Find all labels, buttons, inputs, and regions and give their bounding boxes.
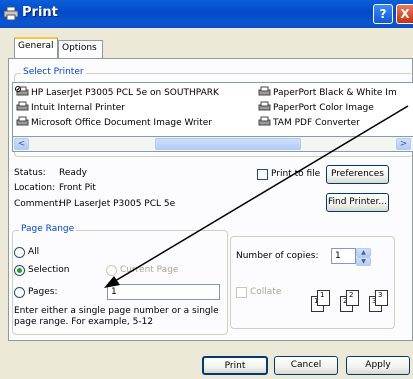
apply-button[interactable]: Apply: [346, 356, 410, 375]
scroll-thumb[interactable]: [155, 138, 301, 150]
status-label: Status:: [14, 168, 46, 178]
collate-label: Collate: [250, 287, 282, 297]
printer-name: PaperPort Color Image: [273, 103, 374, 113]
pages-radio[interactable]: [14, 287, 25, 298]
comment-label: Comment:: [14, 199, 62, 209]
copies-input[interactable]: 1: [331, 248, 356, 264]
printer-item[interactable]: PaperPort Black & White Im: [257, 86, 397, 99]
printer-name: Intuit Internal Printer: [31, 103, 125, 113]
printer-icon: [16, 101, 29, 111]
location-value: Front Pit: [59, 183, 96, 193]
page-range-legend: Page Range: [19, 224, 77, 234]
find-printer-button[interactable]: Find Printer...: [326, 193, 389, 212]
printer-item[interactable]: PaperPort Color Image: [257, 101, 374, 114]
spin-up-icon[interactable]: ▲: [356, 248, 371, 257]
collate-illustration: 1 1 2 2 3 3: [311, 287, 391, 317]
location-label: Location:: [14, 183, 56, 193]
page-range-help-line2: page range. For example, 5-12: [14, 317, 154, 327]
printer-name: HP LaserJet P3005 PCL 5e on SOUTHPARK: [31, 88, 219, 98]
printer-name: Microsoft Office Document Image Writer: [31, 118, 212, 128]
printer-icon: [258, 101, 271, 111]
printer-name: TAM PDF Converter: [273, 118, 360, 128]
all-radio[interactable]: [14, 247, 25, 258]
spin-down-icon[interactable]: ▼: [356, 257, 371, 266]
scroll-left-icon[interactable]: <: [14, 138, 29, 150]
all-label: All: [28, 247, 40, 257]
comment-value: HP LaserJet P3005 PCL 5e: [59, 199, 176, 209]
printer-list[interactable]: HP LaserJet P3005 PCL 5e on SOUTHPARK In…: [12, 82, 413, 137]
printer-icon: [4, 7, 18, 20]
default-printer-icon: [15, 86, 29, 96]
printer-list-scrollbar[interactable]: < >: [12, 137, 413, 152]
printer-item[interactable]: HP LaserJet P3005 PCL 5e on SOUTHPARK: [15, 86, 219, 99]
print-to-file-checkbox[interactable]: [257, 169, 268, 180]
pages-label: Pages:: [28, 287, 58, 297]
current-page-radio[interactable]: [106, 265, 117, 276]
copies-spinner[interactable]: ▲ ▼: [356, 248, 372, 268]
close-button[interactable]: X: [396, 4, 413, 24]
tab-general[interactable]: General: [14, 37, 58, 58]
collate-checkbox[interactable]: [236, 287, 247, 298]
status-value: Ready: [59, 168, 87, 178]
printer-icon: [258, 116, 271, 126]
page-range-help-line1: Enter either a single page number or a s…: [14, 306, 219, 316]
collate-page: 1: [317, 290, 330, 306]
help-button[interactable]: ?: [373, 4, 393, 24]
tab-options[interactable]: Options: [58, 40, 103, 58]
printer-item[interactable]: Microsoft Office Document Image Writer: [15, 116, 212, 129]
window-title: Print: [22, 5, 58, 20]
collate-page: 3: [375, 290, 388, 306]
print-button[interactable]: Print: [202, 356, 268, 375]
selection-label: Selection: [28, 265, 70, 275]
current-page-label: Current Page: [120, 265, 179, 275]
printer-name: PaperPort Black & White Im: [273, 88, 397, 98]
cancel-button[interactable]: Cancel: [274, 356, 338, 375]
preferences-button[interactable]: Preferences: [326, 165, 389, 184]
collate-page: 2: [346, 290, 359, 306]
printer-item[interactable]: Intuit Internal Printer: [15, 101, 125, 114]
printer-icon: [16, 116, 29, 126]
number-of-copies-label: Number of copies:: [236, 251, 319, 261]
selection-radio[interactable]: [14, 265, 25, 276]
printer-item[interactable]: TAM PDF Converter: [257, 116, 360, 129]
scroll-right-icon[interactable]: >: [396, 138, 411, 150]
printer-icon: [258, 86, 271, 96]
print-to-file-label: Print to file: [271, 169, 321, 179]
pages-input[interactable]: 1: [107, 284, 220, 300]
select-printer-legend: Select Printer: [21, 67, 86, 77]
title-bar[interactable]: Print ? X: [0, 0, 413, 28]
print-dialog: Print ? X General Options Select Printer…: [0, 0, 413, 379]
